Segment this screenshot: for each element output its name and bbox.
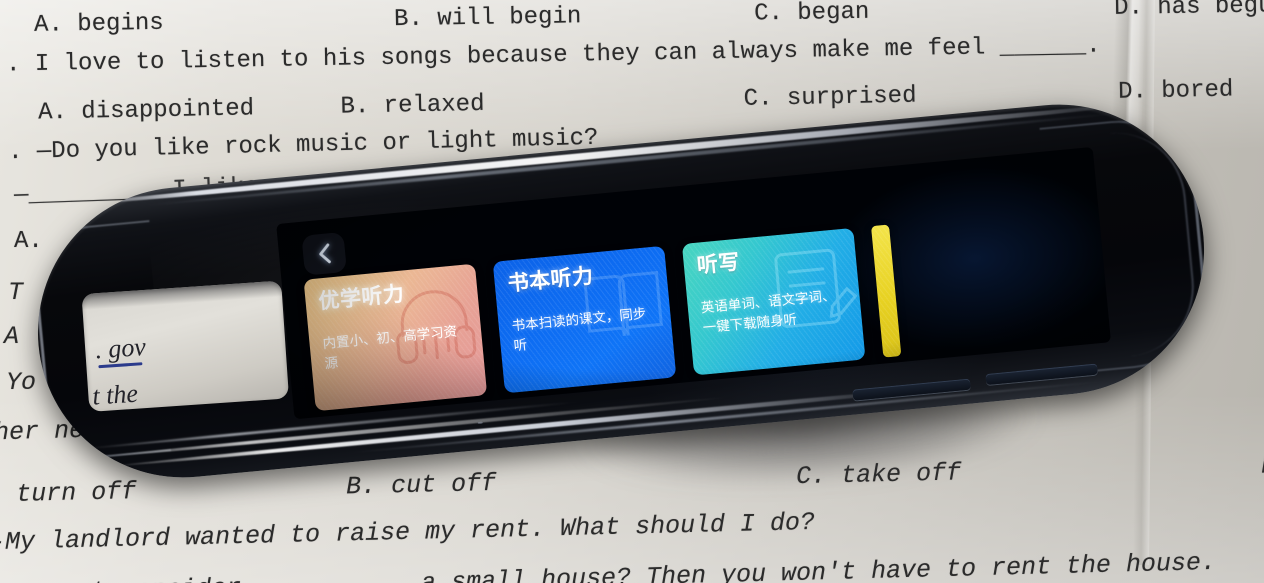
card-title: 书本听力: [506, 263, 595, 296]
screen-moire: [871, 224, 902, 358]
card-title: 听写: [695, 249, 741, 278]
exam-line: T: [8, 278, 24, 307]
back-button[interactable]: [301, 231, 347, 276]
card-book-listening[interactable]: 书本听力 书本扫读的课文，同步听: [492, 245, 677, 394]
pen-surface-reflection: . gov t the: [81, 280, 290, 412]
card-next-partial[interactable]: [871, 224, 902, 358]
exam-line: . I love to listen to his songs because …: [5, 32, 1101, 79]
card-youxue-listening[interactable]: 优学听力 内置小、初、高学习资源: [303, 263, 488, 412]
feature-card-list: 优学听力 内置小、初、高学习资源 书本听力 书本扫读的课文，同步听 听写 英语单…: [303, 224, 902, 412]
card-description: 内置小、初、高学习资源: [321, 323, 458, 372]
exam-line: A: [4, 322, 20, 351]
card-description: 英语单词、语文字词、一键下载随身听: [700, 287, 837, 337]
exam-line: -My landlord wanted to raise my rent. Wh…: [0, 507, 816, 558]
chevron-left-icon: [316, 242, 333, 265]
exam-line: w t consider a small house? Then you won…: [0, 547, 1217, 583]
reflection-text: . gov: [94, 331, 147, 365]
exam-line: Yo: [6, 368, 37, 397]
reflection-text: t the: [91, 378, 139, 411]
card-description: 书本扫读的课文，同步听: [511, 305, 648, 354]
side-button-secondary[interactable]: [985, 363, 1098, 386]
card-dictation[interactable]: 听写 英语单词、语文字词、一键下载随身听: [681, 227, 866, 376]
card-title: 优学听力: [317, 281, 406, 314]
